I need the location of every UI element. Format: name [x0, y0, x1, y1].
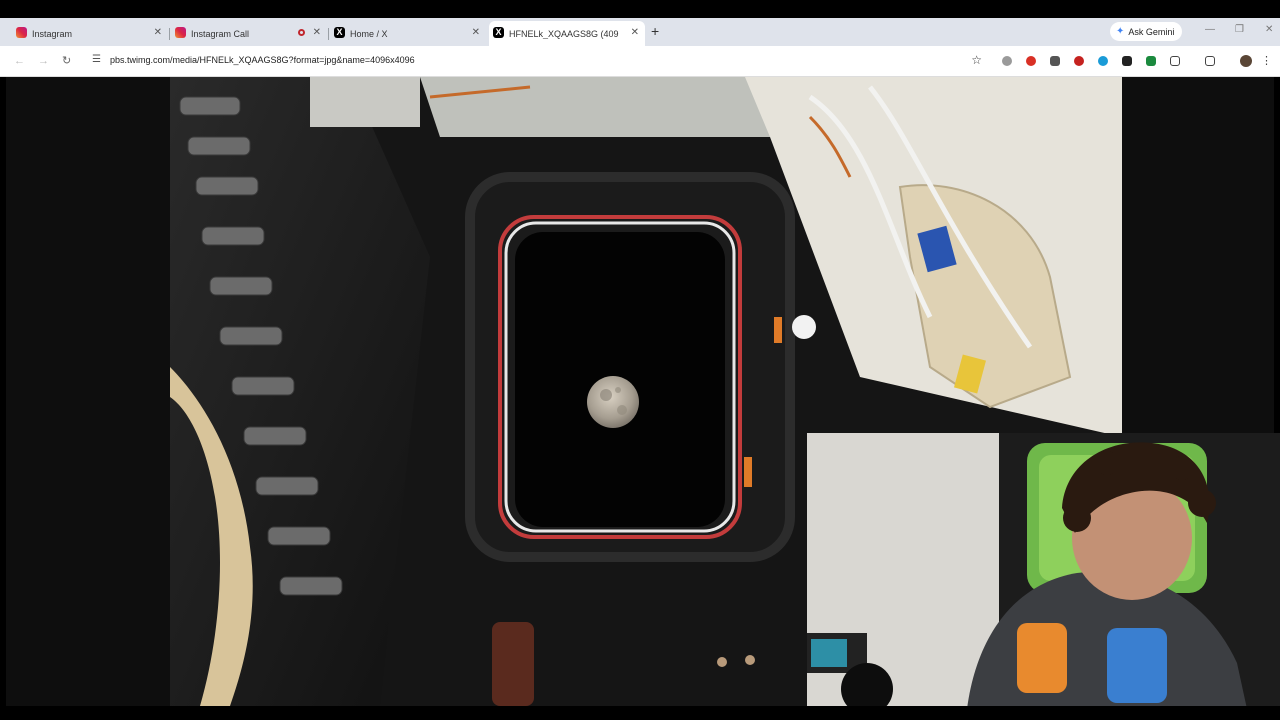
close-icon[interactable]: ✕ — [313, 27, 321, 38]
close-icon[interactable]: ✕ — [154, 27, 162, 38]
tab-instagram[interactable]: Instagram ✕ — [12, 21, 168, 46]
star-icon[interactable]: ☆ — [971, 53, 982, 67]
tab-label: Instagram Call — [191, 28, 250, 39]
instagram-icon — [175, 27, 186, 38]
arrow-left-icon[interactable]: ← — [14, 54, 25, 68]
top-letterbox — [0, 0, 1280, 18]
new-tab-button[interactable]: + — [651, 23, 659, 39]
tab-instagram-call[interactable]: Instagram Call ✕ — [171, 21, 327, 46]
x-icon: X — [493, 27, 504, 38]
minimize-icon[interactable]: — — [1205, 24, 1215, 35]
side-panel-icon[interactable] — [1205, 56, 1215, 66]
avatar[interactable] — [1240, 55, 1252, 67]
webcam-overlay — [807, 433, 1280, 709]
address-bar: ← → ↻ ☰ pbs.twimg.com/media/HFNELk_XQAAG… — [0, 46, 1280, 77]
reload-icon[interactable]: ↻ — [62, 54, 71, 68]
tab-image-active[interactable]: X HFNELk_XQAAGS8G (4096×273 ✕ — [489, 21, 645, 46]
ask-gemini-label: Ask Gemini — [1128, 26, 1175, 37]
x-icon: X — [334, 27, 345, 38]
close-icon[interactable]: ✕ — [631, 27, 639, 38]
kebab-menu-icon[interactable]: ⋮ — [1261, 54, 1272, 67]
url-text[interactable]: pbs.twimg.com/media/HFNELk_XQAAGS8G?form… — [110, 55, 415, 65]
shield-icon[interactable] — [1122, 56, 1132, 66]
tab-separator — [169, 28, 170, 40]
extension-icon[interactable] — [1098, 56, 1108, 66]
extension-icon[interactable] — [1074, 56, 1084, 66]
extension-icon[interactable] — [1050, 56, 1060, 66]
window-close-icon[interactable]: ✕ — [1265, 24, 1273, 35]
tab-separator — [328, 28, 329, 40]
tab-home-x[interactable]: X Home / X ✕ — [330, 21, 486, 46]
tab-label: Instagram — [32, 28, 73, 39]
tab-label: Home / X — [350, 28, 388, 39]
extension-icon[interactable] — [1146, 56, 1156, 66]
instagram-icon — [16, 27, 27, 38]
gemini-sparkle-icon: ✦ — [1116, 26, 1125, 37]
arrow-right-icon[interactable]: → — [38, 54, 49, 68]
tab-label: HFNELk_XQAAGS8G (4096×273 — [509, 28, 619, 39]
extension-icon[interactable] — [1002, 56, 1012, 66]
ask-gemini-button[interactable]: ✦ Ask Gemini — [1110, 22, 1183, 41]
recording-icon — [298, 29, 305, 36]
puzzle-icon[interactable] — [1170, 56, 1180, 66]
tab-strip: Instagram ✕ Instagram Call ✕ X Home / X … — [0, 18, 1280, 46]
close-icon[interactable]: ✕ — [472, 27, 480, 38]
restore-icon[interactable]: ❐ — [1235, 24, 1244, 35]
adblock-icon[interactable] — [1026, 56, 1036, 66]
tune-icon[interactable]: ☰ — [92, 54, 101, 65]
omnibox[interactable]: ☰ pbs.twimg.com/media/HFNELk_XQAAGS8G?fo… — [86, 50, 990, 71]
bottom-letterbox — [0, 706, 1280, 720]
